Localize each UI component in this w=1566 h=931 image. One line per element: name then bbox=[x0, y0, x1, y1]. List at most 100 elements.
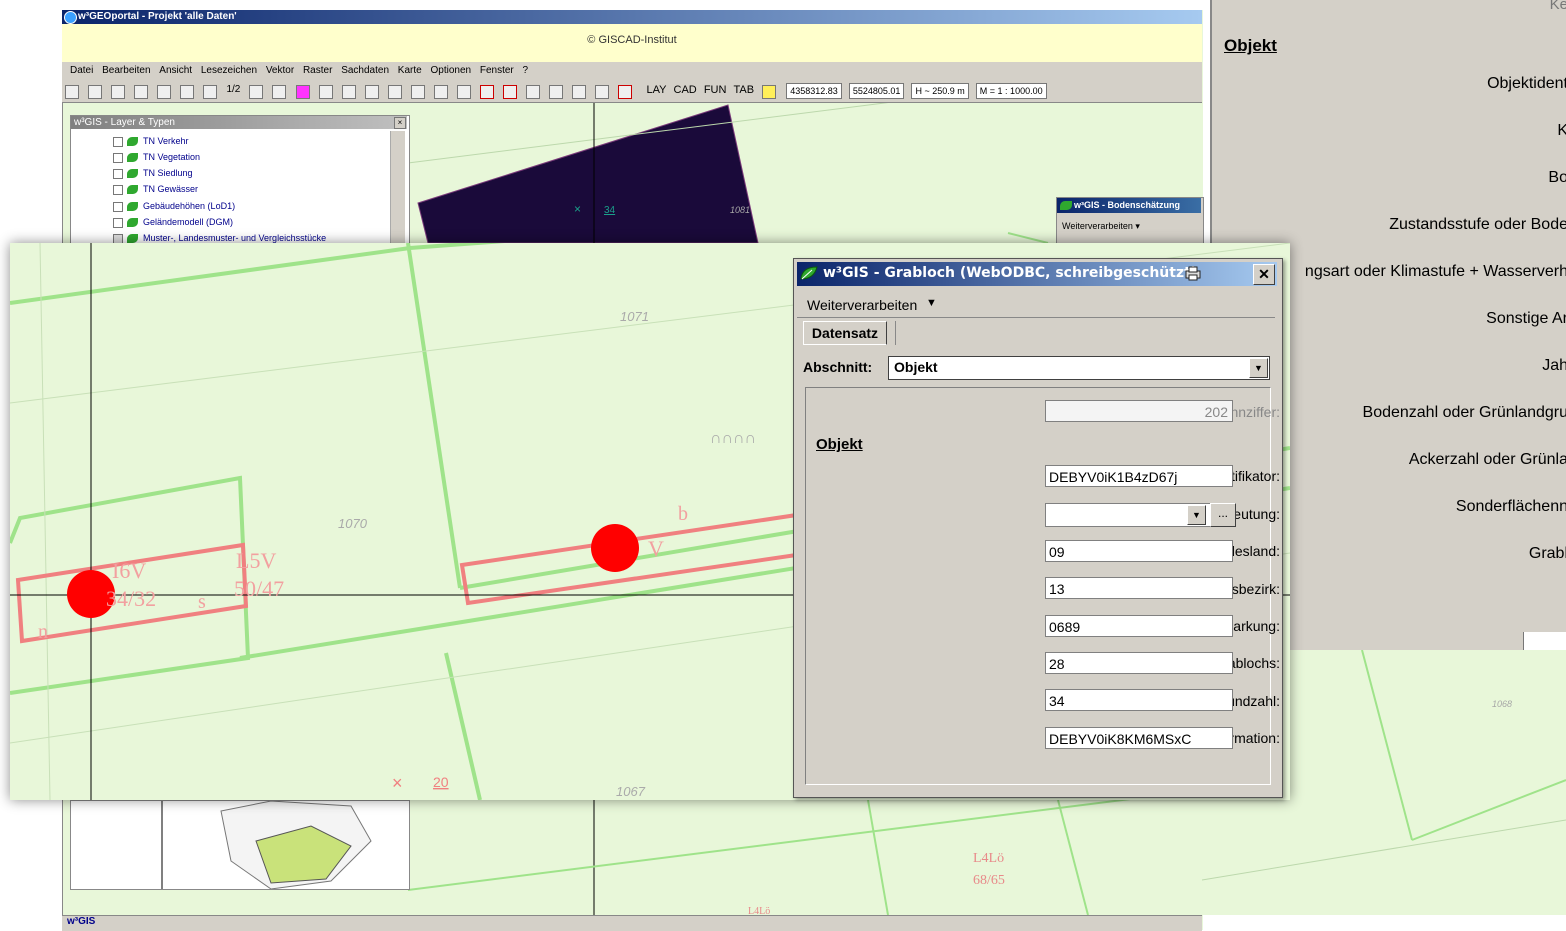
color-icon[interactable] bbox=[295, 85, 310, 99]
filter-icon[interactable] bbox=[318, 85, 333, 99]
soil-value-left: 34/32 bbox=[106, 586, 156, 611]
menu-dropdown-icon[interactable]: ▼ bbox=[926, 297, 937, 309]
layer-checkbox[interactable] bbox=[113, 136, 123, 147]
layer-checkbox[interactable] bbox=[113, 168, 123, 179]
layer-leaf-icon bbox=[127, 185, 138, 195]
vegetation-symbol: ∩∩∩∩ bbox=[710, 430, 756, 447]
abschnitt-select[interactable] bbox=[888, 356, 1270, 380]
menu-sachdaten[interactable]: Sachdaten bbox=[341, 65, 389, 76]
right-label-2: Bo bbox=[1548, 169, 1566, 186]
tab-datensatz[interactable]: Datensatz bbox=[803, 321, 887, 345]
gemarkung-field[interactable]: 0689 bbox=[1045, 615, 1233, 637]
overview-map[interactable] bbox=[70, 800, 410, 890]
open-icon[interactable] bbox=[65, 85, 79, 99]
nummerierungsbezirk-field[interactable]: 13 bbox=[1045, 577, 1233, 599]
point-icon[interactable] bbox=[456, 85, 471, 99]
print-icon[interactable] bbox=[88, 85, 103, 99]
layer-item-gebaeudehoehen[interactable]: Gebäudehöhen (LoD1) bbox=[113, 199, 235, 213]
layer-checkbox[interactable] bbox=[113, 217, 123, 228]
edit-icon[interactable] bbox=[341, 85, 356, 99]
printer-icon[interactable] bbox=[1184, 265, 1202, 281]
draw-icon[interactable] bbox=[433, 85, 448, 99]
zoom-all-icon[interactable] bbox=[618, 85, 633, 99]
tab-divider bbox=[895, 321, 896, 345]
fesch-field[interactable]: DEBYV0iK8KM6MSxC bbox=[1045, 727, 1233, 749]
parcel-label-1067: 1067 bbox=[616, 784, 646, 799]
layer-item-dgm[interactable]: Geländemodell (DGM) bbox=[113, 215, 233, 229]
layer-checkbox[interactable] bbox=[113, 201, 123, 212]
bodenzahl-field[interactable]: 34 bbox=[1045, 689, 1233, 711]
menu-datei[interactable]: Datei bbox=[70, 65, 93, 76]
weiterverarbeiten-menu[interactable]: Weiterverarbeiten bbox=[807, 297, 917, 313]
layer-item-verkehr[interactable]: TN Verkehr bbox=[113, 134, 189, 148]
filter2-icon[interactable] bbox=[364, 85, 379, 99]
parcel-edge bbox=[1361, 650, 1413, 841]
objektidentifikator-field[interactable]: DEBYV0iK1B4zD67j bbox=[1045, 465, 1233, 487]
status-text: w³GIS bbox=[67, 916, 96, 927]
parcel-label-1068: 1068 bbox=[1492, 699, 1512, 709]
menu-raster[interactable]: Raster bbox=[303, 65, 332, 76]
abschnitt-label: Abschnitt: bbox=[803, 359, 873, 375]
layer-leaf-icon bbox=[127, 137, 138, 147]
table-icon[interactable] bbox=[387, 85, 402, 99]
cut-icon[interactable] bbox=[111, 85, 126, 99]
find-icon[interactable] bbox=[180, 85, 195, 99]
soil-class-label: L4Lö bbox=[973, 851, 1004, 866]
chevron-down-icon[interactable]: ▼ bbox=[1249, 358, 1268, 378]
close-icon[interactable]: ✕ bbox=[1253, 264, 1275, 285]
zoom-extent-icon[interactable] bbox=[503, 85, 518, 99]
menu-karte[interactable]: Karte bbox=[398, 65, 422, 76]
marker-label-34: 34 bbox=[604, 205, 616, 216]
zoom-prev-icon[interactable] bbox=[572, 85, 587, 99]
layer-item-gewaesser[interactable]: TN Gewässer bbox=[113, 182, 198, 196]
menu-optionen[interactable]: Optionen bbox=[430, 65, 471, 76]
bodenschaetzung-menu[interactable]: Weiterverarbeiten ▾ bbox=[1062, 221, 1140, 232]
layer-scrollbar[interactable] bbox=[390, 131, 405, 243]
thin-line bbox=[39, 243, 51, 800]
bundesland-field[interactable]: 09 bbox=[1045, 540, 1233, 562]
leaf-icon-svg bbox=[800, 266, 818, 280]
layer-item-siedlung[interactable]: TN Siedlung bbox=[113, 166, 193, 180]
parcel-boundary bbox=[406, 243, 462, 589]
map-bottom-svg: L4Lö 68/65 L4Lö bbox=[408, 800, 1131, 915]
mode-lay-button[interactable]: LAY bbox=[646, 84, 666, 96]
mode-fun-button[interactable]: FUN bbox=[704, 84, 727, 96]
app-titlebar: w³GEOportal - Projekt 'alle Daten' bbox=[62, 10, 1202, 24]
grabloch-point[interactable] bbox=[591, 524, 639, 572]
layer-item-vegetation[interactable]: TN Vegetation bbox=[113, 150, 200, 164]
menu-lesezeichen[interactable]: Lesezeichen bbox=[201, 65, 257, 76]
chevron-down-icon[interactable]: ▼ bbox=[1187, 505, 1206, 525]
stop-icon[interactable] bbox=[249, 85, 264, 99]
section-heading-objekt: Objekt bbox=[816, 436, 863, 453]
layer-icon[interactable] bbox=[410, 85, 425, 99]
layer-checkbox[interactable] bbox=[113, 152, 123, 163]
copy-icon[interactable] bbox=[134, 85, 149, 99]
menu-fenster[interactable]: Fenster bbox=[480, 65, 514, 76]
menu-help[interactable]: ? bbox=[523, 65, 529, 76]
mode-tab-button[interactable]: TAB bbox=[733, 84, 754, 96]
zoom-out-icon[interactable] bbox=[549, 85, 564, 99]
swap-icon[interactable] bbox=[203, 85, 218, 99]
layer-panel-title: w³GIS - Layer & Typen bbox=[71, 116, 407, 129]
layer-label: TN Verkehr bbox=[143, 136, 189, 146]
zoom-next-icon[interactable] bbox=[595, 85, 610, 99]
zoom-window-icon[interactable] bbox=[480, 85, 495, 99]
kennziffer-field[interactable]: 202 bbox=[1045, 400, 1233, 422]
scale-field[interactable]: M = 1 : 1000.00 bbox=[975, 83, 1047, 99]
marker-cross: × bbox=[574, 202, 581, 216]
menu-bearbeiten[interactable]: Bearbeiten bbox=[102, 65, 150, 76]
menu-ansicht[interactable]: Ansicht bbox=[159, 65, 192, 76]
epsg-icon[interactable] bbox=[272, 85, 287, 99]
zoom-in-icon[interactable] bbox=[526, 85, 541, 99]
mode-cad-button[interactable]: CAD bbox=[674, 84, 697, 96]
layer-label: Muster-, Landesmuster- und Vergleichsstü… bbox=[143, 233, 327, 243]
map-view-bottom[interactable]: L4Lö 68/65 L4Lö bbox=[408, 800, 1202, 915]
nummer-grabloch-field[interactable]: 28 bbox=[1045, 652, 1233, 674]
bedeutung-more-button[interactable]: ... bbox=[1210, 503, 1236, 527]
menu-vektor[interactable]: Vektor bbox=[266, 65, 294, 76]
scale-half-button[interactable]: 1/2 bbox=[226, 84, 240, 95]
layer-checkbox[interactable] bbox=[113, 184, 123, 195]
paste-icon[interactable] bbox=[157, 85, 172, 99]
layer-panel-close-icon[interactable]: × bbox=[394, 117, 406, 129]
comment-icon[interactable] bbox=[762, 85, 777, 99]
